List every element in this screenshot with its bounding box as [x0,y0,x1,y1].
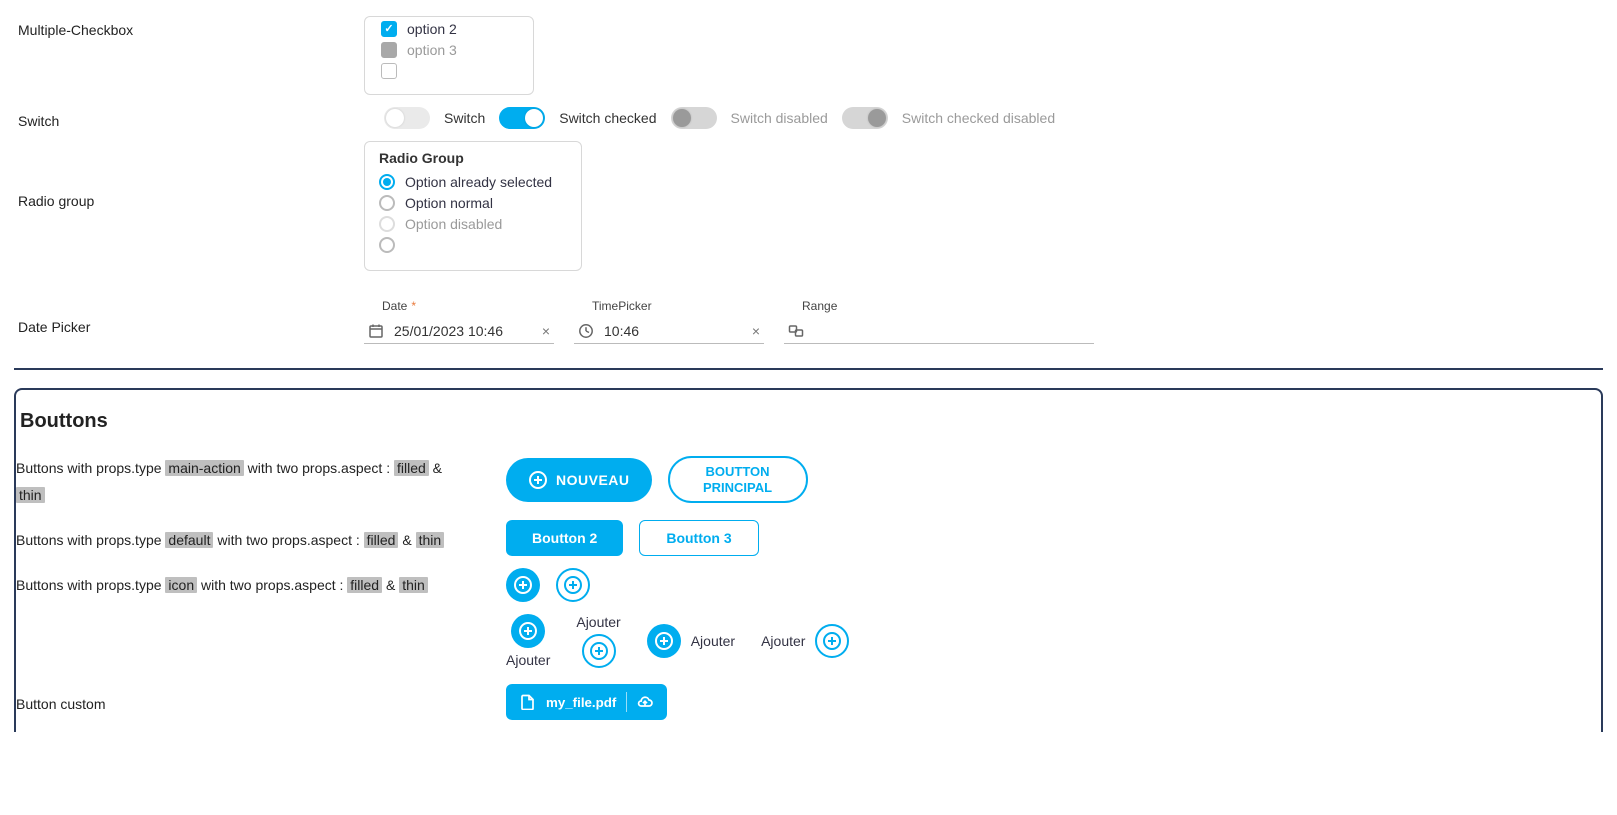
plus-circle-icon [563,575,583,595]
switch-on[interactable] [499,107,545,129]
date-input-value: 25/01/2023 10:46 [394,323,532,339]
main-action-desc: Buttons with props.type main-action with… [16,451,476,508]
radio-option-1[interactable] [379,174,395,190]
radio-option-2-label: Option normal [405,195,493,211]
multiple-checkbox-card: option 2 option 3 [364,16,534,95]
switch-disabled-label: Switch disabled [731,110,828,126]
date-field-label: Date* [364,299,554,313]
icon-buttons-desc: Buttons with props.type icon with two pr… [16,568,476,599]
buttons-section-title: Bouttons [20,410,1601,433]
icon-button-filled[interactable] [506,568,540,602]
ajouter-icon-button-3[interactable] [647,624,681,658]
date-input[interactable]: 25/01/2023 10:46 × [364,319,554,344]
plus-circle-icon [654,631,674,651]
checkbox-option-3 [381,42,397,58]
time-input-value: 10:46 [604,323,742,339]
plus-circle-icon [513,575,533,595]
cloud-download-icon [637,694,653,710]
radio-group-card: Radio Group Option already selected Opti… [364,141,582,271]
switch-disabled [671,107,717,129]
ajouter-group-thin-left: Ajouter [761,624,849,658]
boutton-principal-button[interactable]: BOUTTON PRINCIPAL [668,456,808,503]
calendar-icon [368,323,384,339]
default-buttons-desc: Buttons with props.type default with two… [16,523,476,554]
icon-button-thin[interactable] [556,568,590,602]
file-download-button[interactable]: my_file.pdf [506,684,667,720]
ajouter-label: Ajouter [576,614,620,630]
checkbox-option-empty[interactable] [381,63,397,79]
button-custom-label: Button custom [16,687,476,718]
plus-circle-icon [518,621,538,641]
required-asterisk: * [411,299,416,313]
plus-circle-icon [589,641,609,661]
checkbox-option-2-label: option 2 [407,21,457,37]
boutton-3-button[interactable]: Boutton 3 [639,520,758,556]
radio-option-empty[interactable] [379,237,395,253]
clock-icon [578,323,594,339]
radio-option-2[interactable] [379,195,395,211]
switch-on-disabled [842,107,888,129]
ajouter-group-filled-right: Ajouter [647,624,735,658]
ajouter-label: Ajouter [761,633,805,649]
range-input[interactable] [784,319,1094,344]
switch-row-label: Switch [14,107,364,129]
switch-off[interactable] [384,107,430,129]
time-clear-icon[interactable]: × [752,323,760,339]
radio-group-title: Radio Group [379,150,567,166]
switch-off-label: Switch [444,110,485,126]
radio-option-1-label: Option already selected [405,174,552,190]
ajouter-icon-button-2[interactable] [582,634,616,668]
date-clear-icon[interactable]: × [542,323,550,339]
plus-circle-icon [528,470,548,490]
ajouter-label: Ajouter [506,652,550,668]
switch-on-disabled-label: Switch checked disabled [902,110,1055,126]
range-icon [788,323,804,339]
time-input[interactable]: 10:46 × [574,319,764,344]
divider [626,692,627,712]
checkbox-option-3-label: option 3 [407,42,457,58]
plus-circle-icon [822,631,842,651]
radio-option-3-label: Option disabled [405,216,502,232]
checkbox-option-2[interactable] [381,21,397,37]
multiple-checkbox-label: Multiple-Checkbox [14,16,364,38]
ajouter-label: Ajouter [691,633,735,649]
ajouter-icon-button-1[interactable] [511,614,545,648]
nouveau-button[interactable]: NOUVEAU [506,458,652,502]
ajouter-icon-button-4[interactable] [815,624,849,658]
range-field-label: Range [784,299,1094,313]
file-name-label: my_file.pdf [546,695,616,710]
switch-on-label: Switch checked [559,110,656,126]
ajouter-group-thin-above: Ajouter [576,614,620,668]
ajouter-group-filled-below: Ajouter [506,614,550,668]
date-picker-label: Date Picker [14,299,364,335]
time-field-label: TimePicker [574,299,764,313]
radio-option-3 [379,216,395,232]
boutton-2-button[interactable]: Boutton 2 [506,520,623,556]
file-icon [520,694,536,710]
radio-group-label: Radio group [14,141,364,209]
